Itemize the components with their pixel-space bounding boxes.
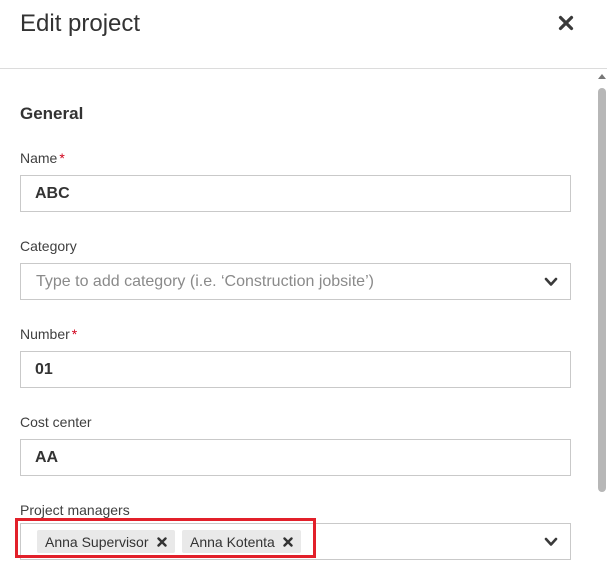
chevron-down-icon[interactable] — [544, 276, 558, 288]
project-managers-label: Project managers — [20, 502, 130, 518]
category-placeholder: Type to add category (i.e. ‘Construction… — [36, 273, 374, 290]
category-select[interactable]: Type to add category (i.e. ‘Construction… — [20, 263, 571, 300]
dialog-title: Edit project — [20, 10, 141, 37]
cost-center-label: Cost center — [20, 414, 92, 430]
number-label-text: Number — [20, 326, 70, 342]
scrollbar[interactable] — [596, 70, 607, 582]
highlight-box — [15, 518, 316, 558]
number-label: Number * — [20, 326, 77, 342]
cost-center-input[interactable] — [21, 440, 570, 475]
close-button[interactable] — [553, 10, 579, 36]
name-label: Name * — [20, 150, 65, 166]
close-icon — [558, 15, 574, 31]
number-field[interactable] — [20, 351, 571, 388]
cost-center-field[interactable] — [20, 439, 571, 476]
scrollbar-thumb[interactable] — [598, 88, 606, 492]
number-input[interactable] — [21, 352, 570, 387]
name-field[interactable] — [20, 175, 571, 212]
dialog-header: Edit project — [0, 0, 607, 69]
name-label-text: Name — [20, 150, 58, 166]
edit-project-dialog: Edit project General Name* Category Type… — [0, 0, 607, 582]
dialog-body: General Name* Category Type to add categ… — [0, 70, 596, 582]
required-marker: * — [59, 150, 65, 166]
section-title-general: General — [20, 104, 84, 123]
required-marker: * — [71, 326, 78, 342]
name-input[interactable] — [21, 176, 570, 211]
category-label: Category — [20, 238, 77, 254]
chevron-down-icon[interactable] — [544, 536, 558, 548]
scroll-up-arrow-icon[interactable] — [598, 74, 606, 79]
